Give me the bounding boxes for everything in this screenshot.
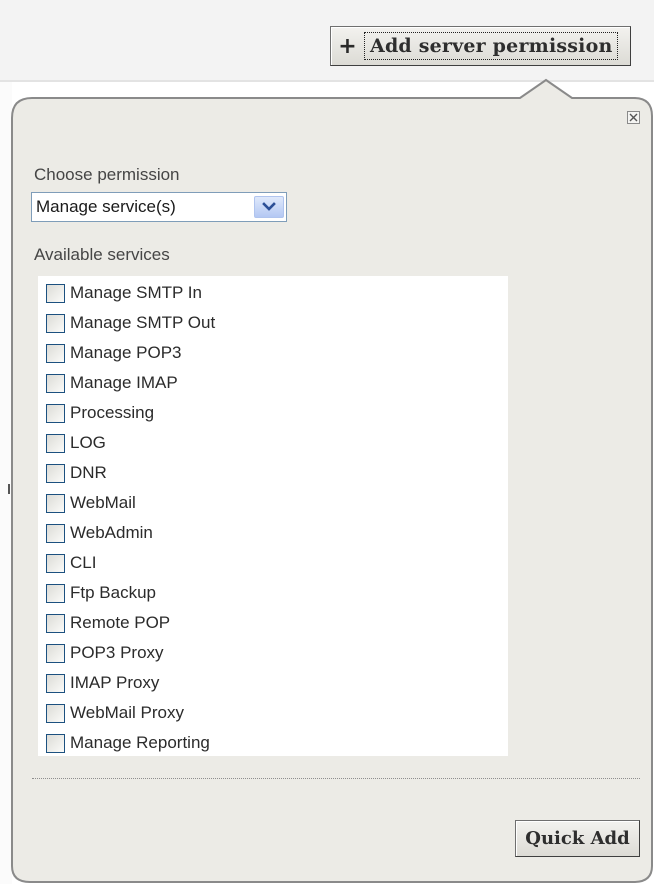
service-label: CLI	[70, 553, 97, 572]
divider	[32, 778, 640, 779]
service-checkbox[interactable]	[46, 643, 65, 663]
service-label: Manage IMAP	[70, 373, 178, 392]
service-label: Manage POP3	[70, 343, 182, 362]
available-services-label: Available services	[34, 245, 170, 264]
service-checkbox[interactable]	[46, 403, 65, 423]
service-label: Processing	[70, 403, 155, 422]
service-checkbox[interactable]	[46, 613, 65, 633]
service-item[interactable]: LOG	[38, 428, 508, 458]
service-checkbox[interactable]	[46, 703, 65, 723]
chevron-down-icon[interactable]	[254, 196, 284, 218]
service-checkbox[interactable]	[46, 373, 65, 393]
close-icon[interactable]	[627, 111, 640, 124]
service-item[interactable]: Processing	[38, 398, 508, 428]
service-label: Manage Reporting	[70, 733, 210, 752]
service-checkbox[interactable]	[46, 733, 65, 753]
service-label: Ftp Backup	[70, 583, 156, 602]
service-item[interactable]: WebAdmin	[38, 518, 508, 548]
choose-permission-label: Choose permission	[34, 165, 180, 184]
service-item[interactable]: WebMail	[38, 488, 508, 518]
service-label: WebAdmin	[70, 523, 153, 542]
service-label: Manage SMTP Out	[70, 313, 216, 332]
service-checkbox[interactable]	[46, 463, 65, 483]
service-label: WebMail	[70, 493, 136, 512]
service-item[interactable]: Remote POP	[38, 608, 508, 638]
quick-add-button[interactable]: Quick Add	[515, 820, 640, 857]
service-checkbox[interactable]	[46, 493, 65, 513]
service-label: Manage SMTP In	[70, 283, 202, 302]
permission-select[interactable]: Manage service(s)	[31, 192, 287, 222]
permission-popup: Choose permission Manage service(s) Avai…	[0, 0, 654, 884]
service-item[interactable]: Ftp Backup	[38, 578, 508, 608]
service-label: LOG	[70, 433, 106, 452]
service-item[interactable]: Manage Reporting	[38, 728, 508, 758]
service-label: POP3 Proxy	[70, 643, 164, 662]
service-checkbox[interactable]	[46, 673, 65, 693]
service-checkbox[interactable]	[46, 553, 65, 573]
service-item[interactable]: WebMail Proxy	[38, 698, 508, 728]
service-item[interactable]: Manage SMTP Out	[38, 308, 508, 338]
service-item[interactable]: DNR	[38, 458, 508, 488]
service-checkbox[interactable]	[46, 283, 65, 303]
service-item[interactable]: CLI	[38, 548, 508, 578]
service-checkbox[interactable]	[46, 343, 65, 363]
service-item[interactable]: Manage POP3	[38, 338, 508, 368]
permission-select-value: Manage service(s)	[36, 197, 176, 216]
service-checkbox[interactable]	[46, 433, 65, 453]
service-checkbox[interactable]	[46, 313, 65, 333]
services-list: Manage SMTP In Manage SMTP Out Manage POP3…	[38, 276, 508, 756]
service-item[interactable]: POP3 Proxy	[38, 638, 508, 668]
service-item[interactable]: Manage IMAP	[38, 368, 508, 398]
service-item[interactable]: Manage SMTP In	[38, 278, 508, 308]
service-item[interactable]: IMAP Proxy	[38, 668, 508, 698]
quick-add-label: Quick Add	[525, 828, 630, 849]
service-checkbox[interactable]	[46, 583, 65, 603]
service-label: Remote POP	[70, 613, 171, 632]
service-label: IMAP Proxy	[70, 673, 160, 692]
service-label: WebMail Proxy	[70, 703, 184, 722]
service-label: DNR	[70, 463, 107, 482]
service-checkbox[interactable]	[46, 523, 65, 543]
